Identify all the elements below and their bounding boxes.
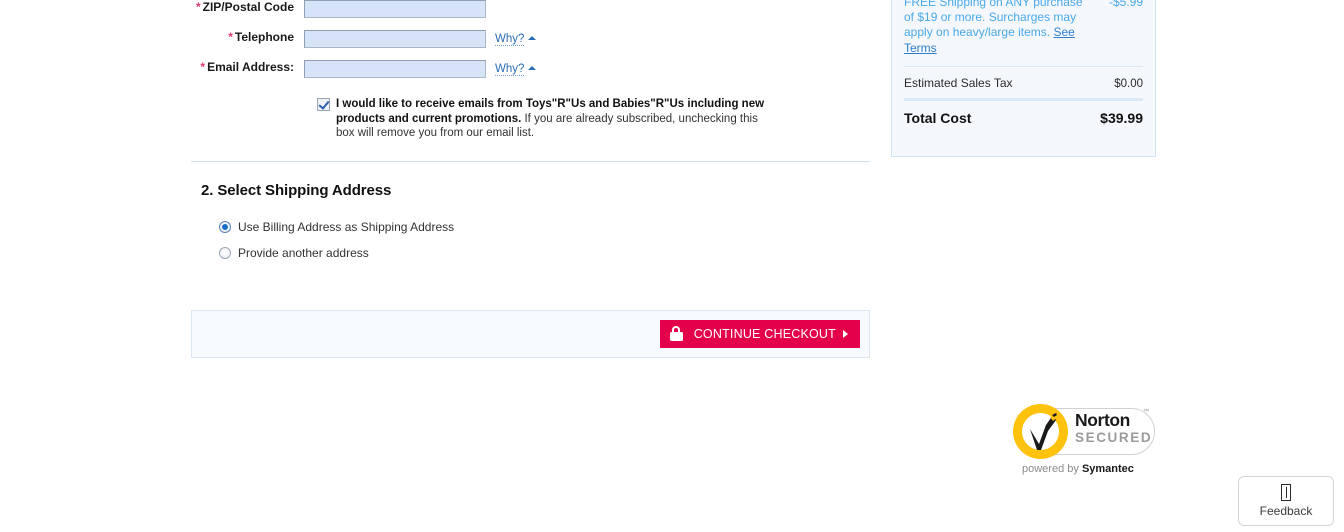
caret-up-icon: [528, 66, 537, 70]
radio-use-billing-address[interactable]: [219, 220, 231, 233]
feedback-tab-label: Feedback: [1259, 504, 1313, 518]
why-link-telephone[interactable]: Why?: [495, 33, 537, 46]
checkout-action-bar: CONTINUE CHECKOUT: [191, 309, 870, 358]
summary-tax-row: Estimated Sales Tax $0.00: [904, 67, 1143, 90]
symantec-wordmark: Symantec: [1081, 463, 1134, 475]
summary-tax-label: Estimated Sales Tax: [904, 75, 1013, 90]
newsletter-optin-row: I would like to receive emails from Toys…: [191, 97, 870, 141]
summary-tax-value: $0.00: [1114, 77, 1143, 90]
feedback-tab-icon: [1281, 484, 1291, 501]
feedback-tab[interactable]: Feedback: [1238, 476, 1334, 526]
norton-seal: Norton ™ SECURED: [1013, 404, 1155, 459]
radio-provide-another-address[interactable]: [219, 246, 231, 259]
label-zip: * ZIP/Postal Code: [191, 0, 304, 14]
why-link-telephone-label: Why?: [495, 33, 525, 46]
page-title: 2. Select Shipping Address: [201, 181, 392, 199]
checkmark-icon: [1030, 411, 1059, 450]
norton-secured-badge[interactable]: Norton ™ SECURED powered by Symantec: [1013, 404, 1155, 478]
email-input[interactable]: [304, 60, 486, 78]
label-telephone-text: Telephone: [234, 30, 294, 44]
radio-row-another-address[interactable]: Provide another address: [219, 240, 870, 266]
radio-label-another-address: Provide another address: [238, 245, 369, 260]
label-email: * Email Address:: [191, 60, 304, 74]
summary-shipping-note: FREE Shipping on ANY purchase of $19 or …: [904, 0, 1089, 56]
norton-wordmark: Norton: [1075, 410, 1130, 430]
label-zip-text: ZIP/Postal Code: [202, 0, 294, 14]
shipping-address-options: Use Billing Address as Shipping Address …: [219, 214, 870, 266]
chevron-right-icon: [843, 329, 848, 338]
newsletter-checkbox[interactable]: [317, 98, 330, 111]
checkout-form-column: * ZIP/Postal Code * Telephone Why? * Email …: [191, 0, 870, 358]
required-asterisk: *: [228, 30, 233, 44]
caret-up-icon: [528, 36, 537, 40]
field-row-email: * Email Address: Why?: [191, 60, 870, 90]
norton-secured-text: SECURED: [1075, 430, 1153, 445]
continue-checkout-button[interactable]: CONTINUE CHECKOUT: [659, 319, 860, 348]
label-email-text: Email Address:: [207, 60, 294, 74]
order-summary-panel: FREE Shipping on ANY purchase of $19 or …: [891, 0, 1156, 157]
summary-shipping-row: FREE Shipping on ANY purchase of $19 or …: [904, 0, 1143, 56]
continue-checkout-label: CONTINUE CHECKOUT: [693, 326, 836, 341]
radio-row-use-billing[interactable]: Use Billing Address as Shipping Address: [219, 214, 870, 240]
why-link-email-label: Why?: [495, 63, 525, 76]
field-row-zip: * ZIP/Postal Code: [191, 0, 870, 30]
summary-total-label: Total Cost: [904, 109, 972, 126]
why-link-email[interactable]: Why?: [495, 63, 537, 76]
telephone-input[interactable]: [304, 30, 486, 48]
radio-label-use-billing: Use Billing Address as Shipping Address: [238, 219, 455, 234]
summary-shipping-amount: -$5.99: [1108, 0, 1143, 9]
required-asterisk: *: [200, 60, 206, 74]
zip-input[interactable]: [304, 0, 486, 18]
lock-icon: [669, 326, 683, 341]
field-row-telephone: * Telephone Why?: [191, 30, 870, 60]
norton-powered-by: powered by Symantec: [1022, 463, 1134, 475]
norton-powered-prefix: powered by: [1022, 463, 1082, 475]
summary-total-row: Total Cost $39.99: [904, 101, 1143, 126]
newsletter-text: I would like to receive emails from Toys…: [336, 97, 768, 141]
trademark-icon: ™: [1143, 409, 1149, 415]
label-telephone: * Telephone: [191, 30, 304, 44]
section-divider: [191, 160, 870, 162]
summary-total-value: $39.99: [1100, 109, 1143, 126]
required-asterisk: *: [195, 0, 201, 14]
